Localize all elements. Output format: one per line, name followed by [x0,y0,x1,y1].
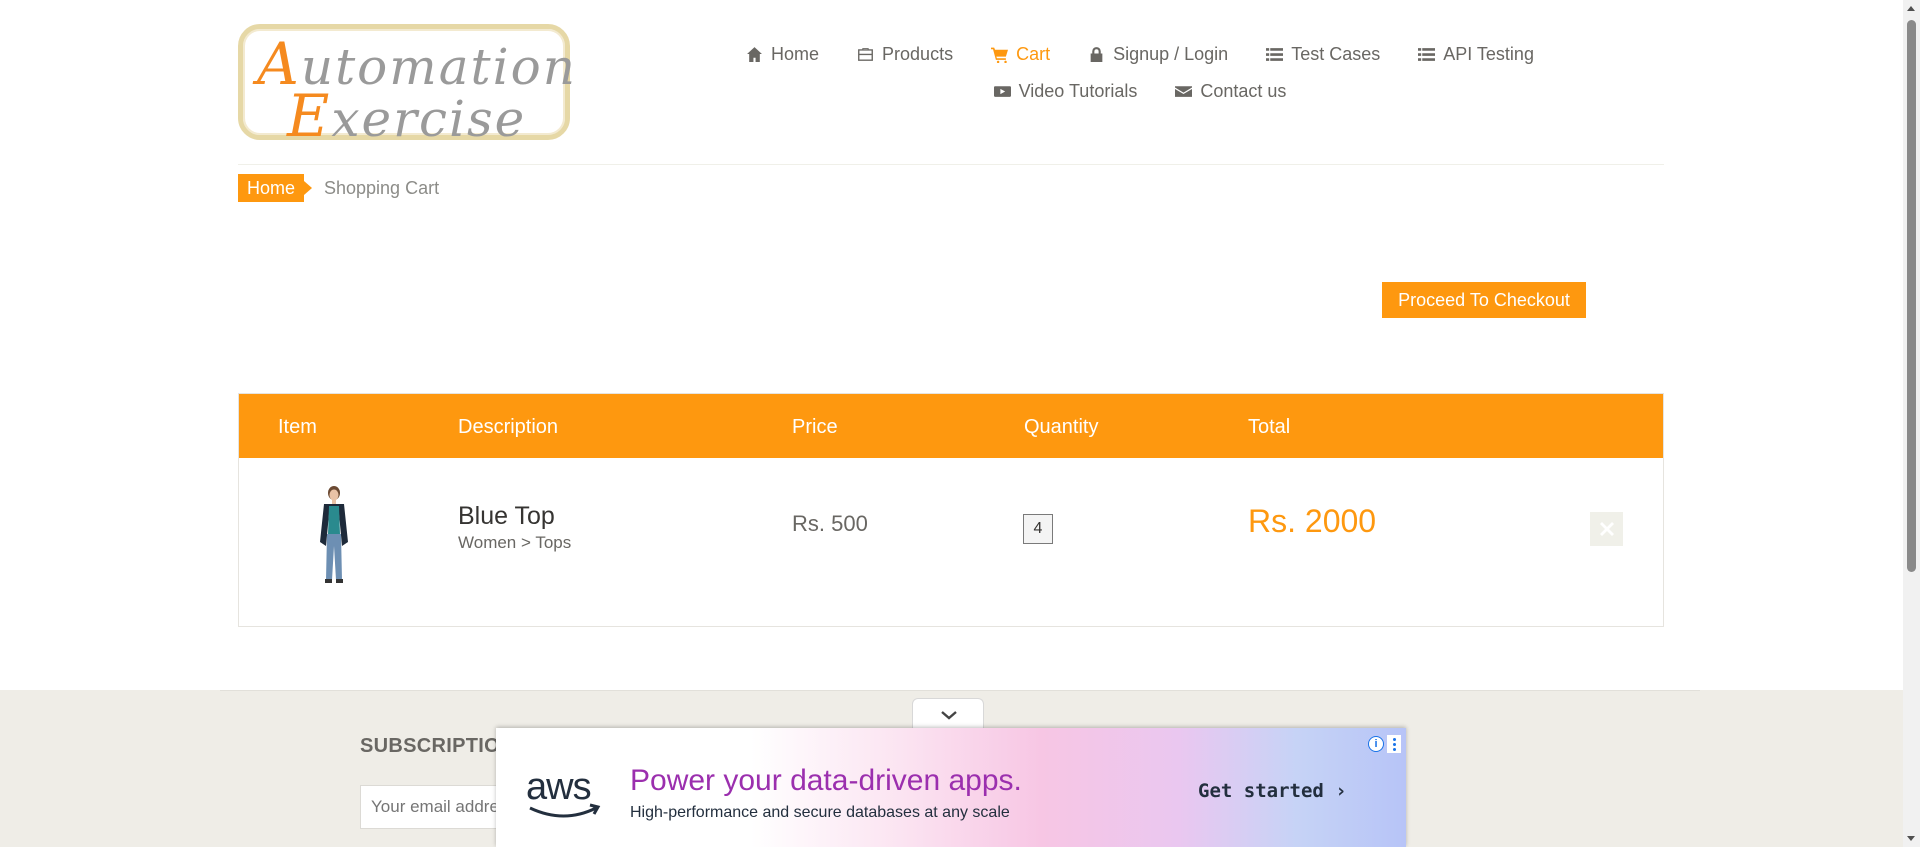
product-price: Rs. 500 [792,511,868,536]
nav-video-tutorials[interactable]: Video Tutorials [993,81,1138,102]
site-logo[interactable]: Automation Exercise [238,24,575,145]
nav-test-cases[interactable]: Test Cases [1266,44,1380,65]
nav-api-testing-label: API Testing [1443,44,1534,64]
aws-logo-text: aws [526,766,592,808]
scroll-down-arrow[interactable] [1907,836,1915,841]
product-name[interactable]: Blue Top [458,502,555,531]
product-quantity: 4 [1023,514,1053,544]
briefcase-icon [858,48,873,61]
aws-smile-icon [529,803,601,818]
close-icon [1599,522,1614,536]
list-icon [1266,48,1284,61]
aws-logo: aws [526,768,606,824]
nav-signup-login[interactable]: Signup / Login [1088,44,1228,65]
cart-table: Item Description Price Quantity Total Bl… [238,393,1664,627]
breadcrumb-current: Shopping Cart [324,178,440,198]
nav-home[interactable]: Home [746,44,819,65]
ad-menu-icon[interactable] [1387,735,1401,753]
logo-line-2: Exercise [287,82,527,150]
header-total: Total [1248,416,1291,438]
subscription-title: SUBSCRIPTION [360,735,515,757]
ad-get-started-link[interactable]: Get started › [1198,780,1347,802]
nav-contact-us[interactable]: Contact us [1175,81,1286,102]
ad-info-icon[interactable]: i [1368,736,1384,752]
envelope-icon [1175,86,1193,97]
aws-ad-banner[interactable]: aws Power your data-driven apps. High-pe… [496,728,1406,847]
ad-collapse-toggle[interactable] [912,698,984,730]
product-category: Women > Tops [458,533,572,552]
page-scrollbar[interactable] [1903,0,1920,847]
header-price: Price [792,416,838,438]
cart-table-header: Item Description Price Quantity Total [239,394,1663,458]
nav-api-testing[interactable]: API Testing [1418,44,1534,65]
nav-test-cases-label: Test Cases [1291,44,1381,64]
footer-divider [220,690,1700,691]
ad-subline: High-performance and secure databases at… [630,804,1010,821]
nav-signup-login-label: Signup / Login [1113,44,1229,64]
shopping-cart-icon [991,47,1009,63]
nav-products[interactable]: Products [857,44,953,65]
breadcrumb-home[interactable]: Home [238,174,313,202]
product-total: Rs. 2000 [1248,503,1377,539]
scroll-thumb[interactable] [1907,20,1916,572]
main-nav: Home Products Cart Signup / Login Test C… [740,36,1540,110]
delete-item-button[interactable] [1590,512,1623,546]
proceed-to-checkout-button[interactable]: Proceed To Checkout [1382,282,1586,318]
list-icon [1418,48,1436,61]
header-description: Description [458,416,559,438]
nav-cart-label: Cart [1016,44,1051,64]
scroll-up-arrow[interactable] [1907,6,1915,11]
product-image[interactable] [305,484,363,584]
youtube-play-icon [993,86,1011,97]
nav-cart[interactable]: Cart [991,44,1050,65]
header-quantity: Quantity [1024,416,1099,438]
nav-products-label: Products [882,44,954,64]
header-divider [238,164,1664,165]
ad-headline: Power your data-driven apps. [630,764,1022,797]
nav-video-tutorials-label: Video Tutorials [1018,81,1138,101]
header-item: Item [278,416,317,438]
nav-contact-us-label: Contact us [1200,81,1287,101]
nav-home-label: Home [771,44,820,64]
home-icon [747,47,762,62]
chevron-down-icon [941,711,957,720]
lock-icon [1090,47,1103,62]
